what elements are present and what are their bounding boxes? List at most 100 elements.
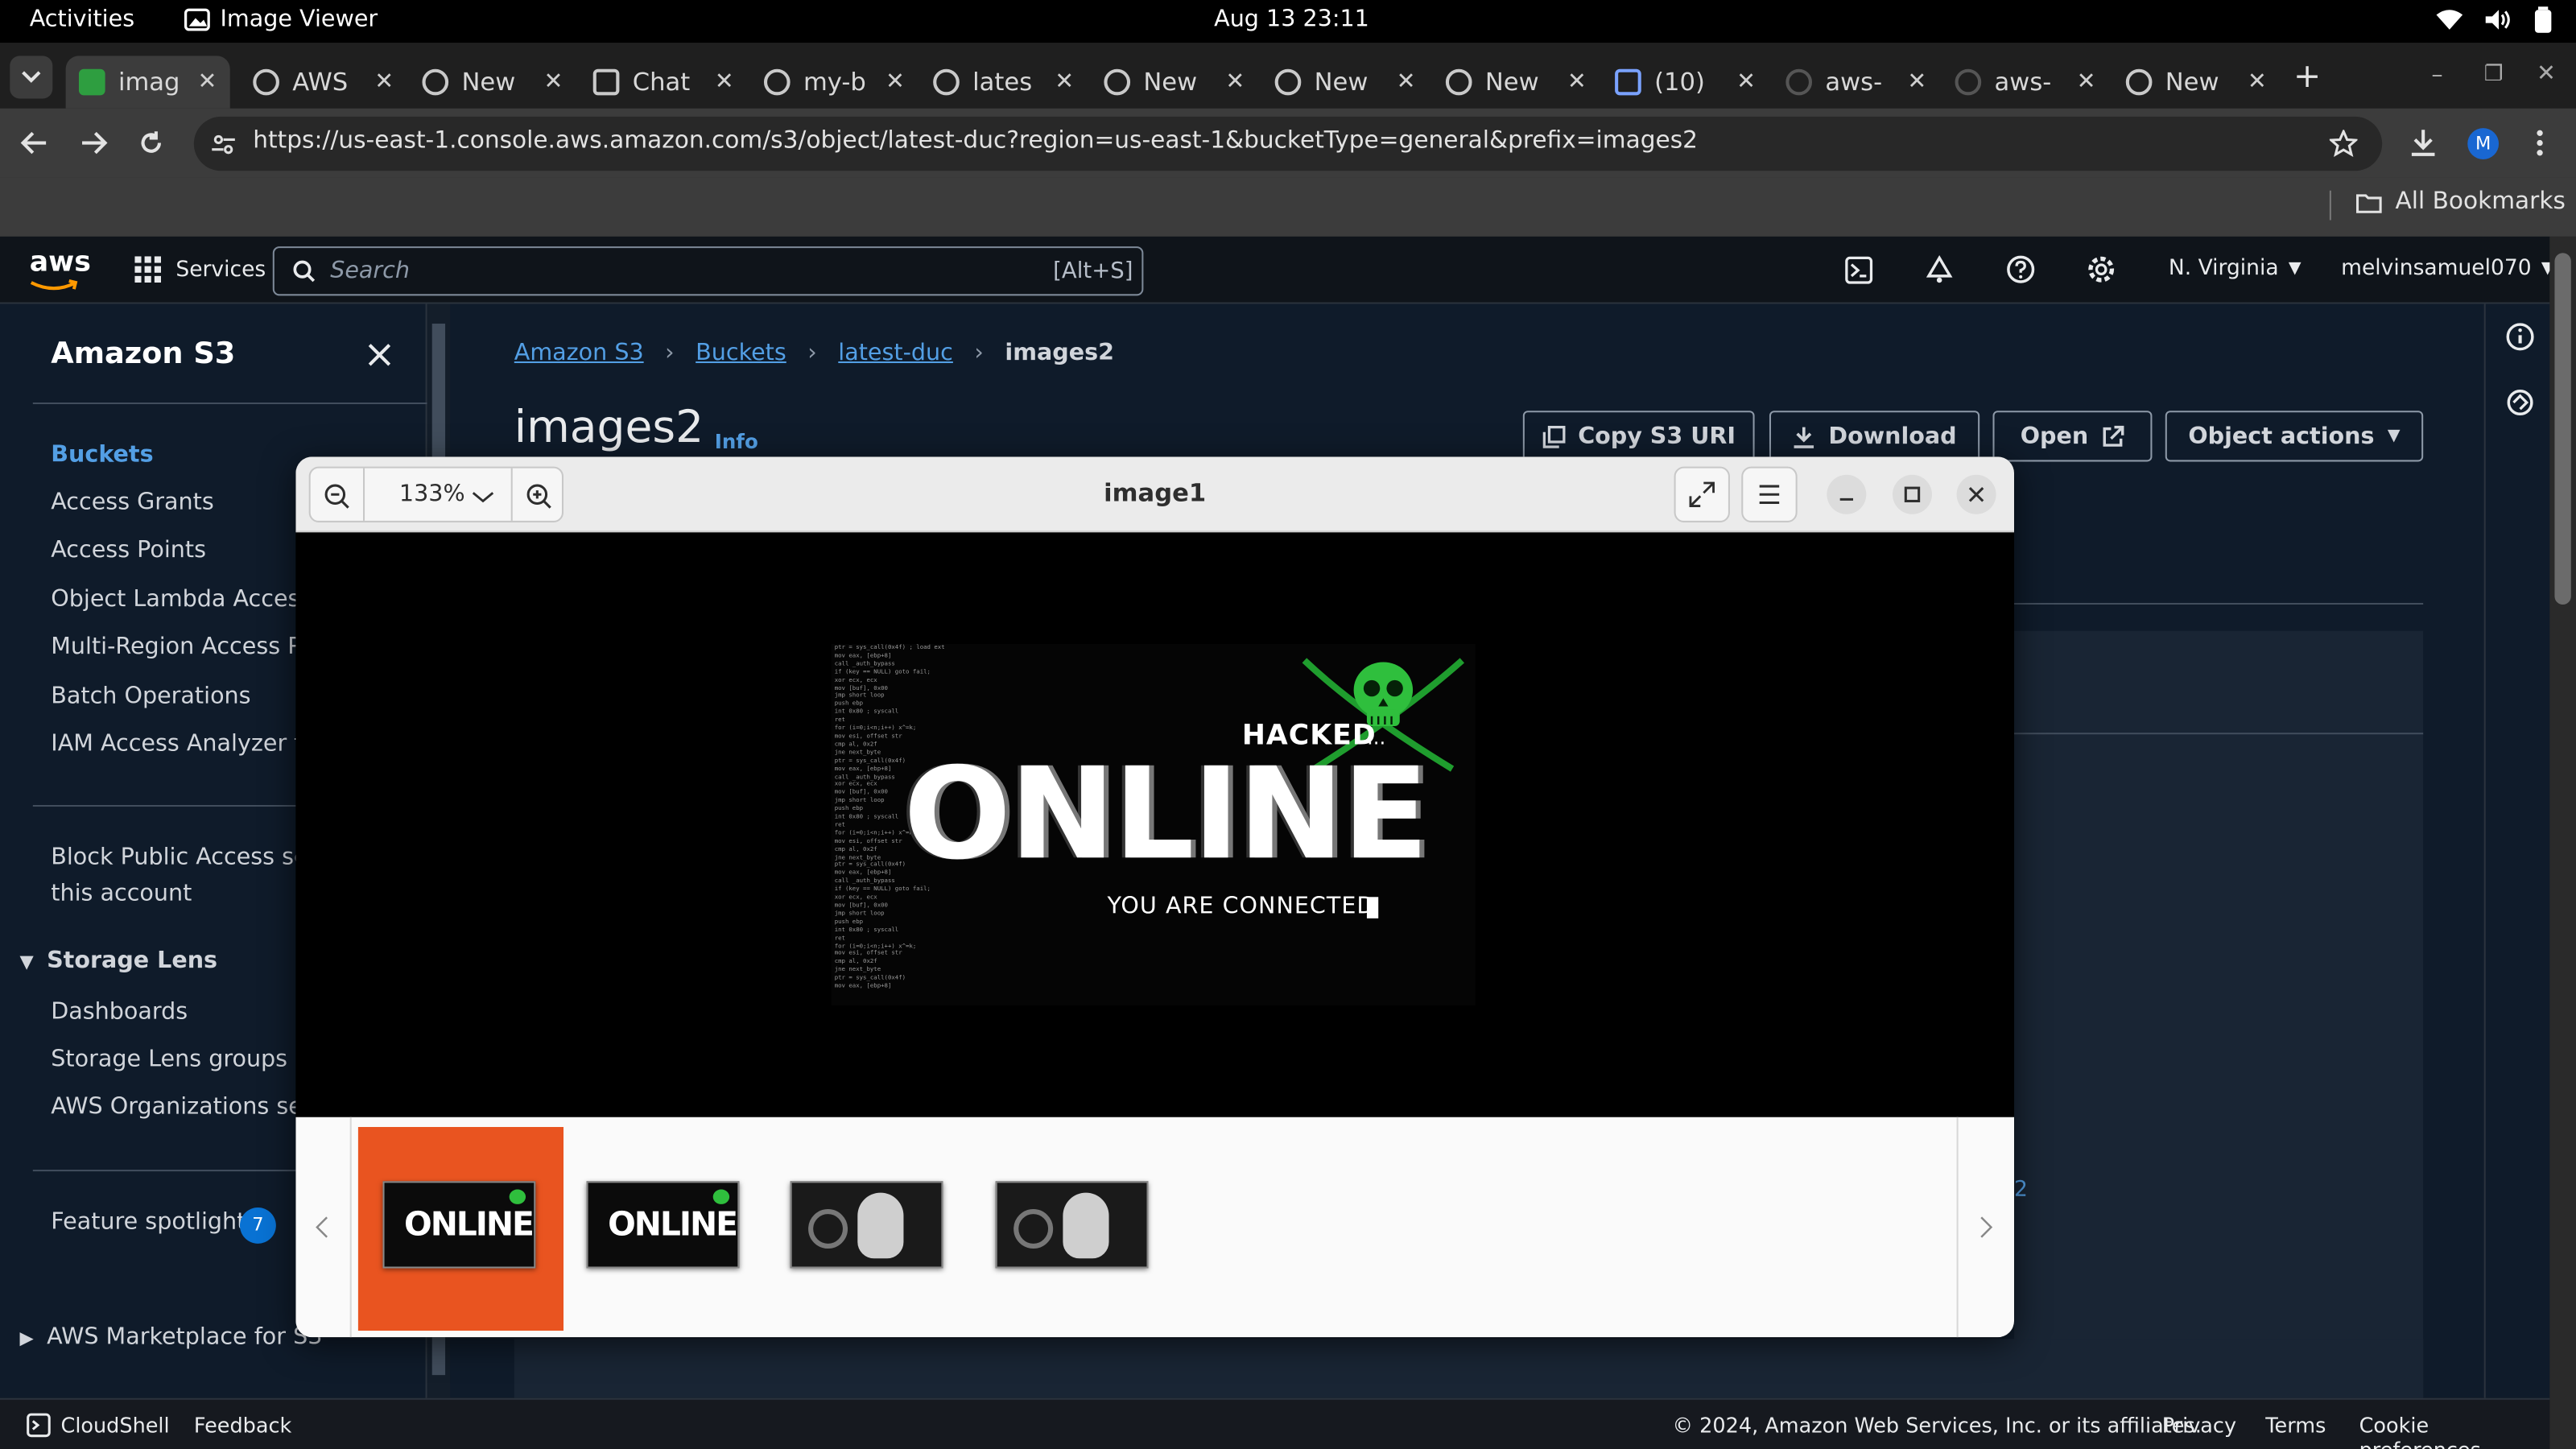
forward-arrow-icon[interactable] [79,130,109,156]
window-close-icon[interactable]: ✕ [2537,61,2556,88]
truncated-link[interactable]: 2 [2014,1178,2028,1203]
browser-tab[interactable]: lates ✕ [933,56,1074,108]
close-tab-icon[interactable]: ✕ [1907,69,1926,96]
info-link[interactable]: Info [715,431,758,454]
maximize-button[interactable] [1893,474,1932,514]
activities-button[interactable]: Activities [30,6,134,33]
nav-item-access-points[interactable]: Access Points [51,537,206,564]
app-menu[interactable]: Image Viewer [184,6,378,33]
minimize-button[interactable] [1827,474,1867,514]
browser-tab[interactable]: Chat ✕ [592,56,734,108]
displayed-image[interactable]: ptr = sys_call(0x4f) ; load ext mov eax,… [831,643,1476,1005]
main-menu-button[interactable] [1741,466,1798,522]
browser-tab[interactable]: aws- ✕ [1955,56,2096,108]
close-tab-icon[interactable]: ✕ [715,69,734,96]
browser-tab[interactable]: (10) ✕ [1615,56,1756,108]
nav-item-block-public-access-2[interactable]: this account [51,881,192,907]
nav-item-buckets[interactable]: Buckets [51,442,153,469]
feedback-link[interactable]: Feedback [194,1413,291,1438]
nav-item-block-public-access[interactable]: Block Public Access setti [51,844,332,871]
breadcrumb-link[interactable]: Buckets [696,340,786,366]
system-status-area[interactable] [2434,6,2553,33]
kebab-menu-icon[interactable] [2537,130,2543,156]
storage-lens-section[interactable]: ▼ Storage Lens [19,948,217,975]
close-button[interactable] [1956,474,1996,514]
thumbnail-image[interactable]: ONLINE [586,1181,740,1269]
cloudshell-icon[interactable] [1845,256,1873,284]
address-bar[interactable]: https://us-east-1.console.aws.amazon.com… [193,116,2383,171]
browser-tab[interactable]: New ✕ [422,56,563,108]
close-tab-icon[interactable]: ✕ [374,69,394,96]
nav-item-access-grants[interactable]: Access Grants [51,489,213,516]
page-scrollbar[interactable] [2549,236,2576,1449]
browser-tab[interactable]: New ✕ [1104,56,1245,108]
aws-search-input[interactable]: Search [Alt+S] [272,246,1144,296]
nav-item-iam-access-analyzer[interactable]: IAM Access Analyzer for [51,731,325,758]
thumbnail-image[interactable] [995,1181,1149,1269]
chevron-right-icon[interactable] [1979,1216,1993,1239]
account-menu[interactable]: melvinsamuel070 ▼ [2341,256,2553,281]
close-icon[interactable] [368,344,391,367]
terms-link[interactable]: Terms [2265,1413,2326,1438]
nav-item-multi-region[interactable]: Multi-Region Access Poi [51,634,321,661]
browser-tab[interactable]: AWS ✕ [253,56,394,108]
nav-item-feature-spotlight[interactable]: Feature spotlight [51,1209,246,1236]
insights-icon[interactable] [2505,388,2535,418]
close-tab-icon[interactable]: ✕ [1397,69,1416,96]
close-tab-icon[interactable]: ✕ [197,69,217,96]
browser-tab[interactable]: my-b ✕ [763,56,905,108]
back-arrow-icon[interactable] [19,130,49,156]
nav-item-storage-lens-groups[interactable]: Storage Lens groups [51,1046,287,1073]
breadcrumb-link[interactable]: Amazon S3 [514,340,644,366]
nav-item-batch-operations[interactable]: Batch Operations [51,683,250,710]
thumbnail-image[interactable]: ONLINE [382,1181,536,1269]
browser-tab[interactable]: New ✕ [2125,56,2267,108]
info-circle-icon[interactable] [2505,322,2535,352]
service-title[interactable]: Amazon S3 [51,336,235,371]
window-restore-icon[interactable]: ❐ [2484,63,2504,88]
close-tab-icon[interactable]: ✕ [2077,69,2096,96]
fullscreen-button[interactable] [1674,466,1730,522]
reload-icon[interactable] [138,130,164,156]
object-actions-dropdown[interactable]: Object actions ▼ [2165,411,2424,462]
thumbnail-image[interactable] [790,1181,943,1269]
clock[interactable]: Aug 13 23:11 [1214,6,1369,33]
open-button[interactable]: Open [1992,411,2153,462]
notifications-bell-icon[interactable] [1926,254,1954,284]
browser-tab[interactable]: New ✕ [1274,56,1416,108]
scroll-thumb[interactable] [2554,253,2571,605]
tab-search-button[interactable] [10,56,53,99]
nav-item-object-lambda[interactable]: Object Lambda Access P [51,587,332,613]
aws-logo[interactable]: aws [30,246,91,292]
chevron-left-icon[interactable] [316,1216,328,1239]
download-button[interactable]: Download [1769,411,1980,462]
marketplace-section[interactable]: ▶ AWS Marketplace for S3 [19,1324,322,1351]
download-icon[interactable] [2409,128,2438,158]
close-tab-icon[interactable]: ✕ [544,69,564,96]
close-tab-icon[interactable]: ✕ [1567,69,1587,96]
settings-gear-icon[interactable] [2087,254,2116,284]
close-tab-icon[interactable]: ✕ [886,69,905,96]
help-icon[interactable] [2006,254,2036,284]
site-settings-icon[interactable] [210,131,237,158]
browser-tab[interactable]: aws- ✕ [1785,56,1926,108]
browser-tab[interactable]: imag ✕ [65,56,230,109]
window-minimize-icon[interactable]: – [2431,63,2442,89]
close-tab-icon[interactable]: ✕ [2248,69,2267,96]
region-selector[interactable]: N. Virginia ▼ [2169,256,2301,281]
close-tab-icon[interactable]: ✕ [1055,69,1074,96]
close-tab-icon[interactable]: ✕ [1736,69,1756,96]
copy-s3-uri-button[interactable]: Copy S3 URI [1522,411,1755,462]
browser-tab[interactable]: New ✕ [1445,56,1587,108]
services-menu-button[interactable]: Services [134,256,266,283]
close-tab-icon[interactable]: ✕ [1225,69,1245,96]
bookmark-star-icon[interactable] [2329,130,2358,158]
url-text[interactable]: https://us-east-1.console.aws.amazon.com… [253,128,1698,155]
cookie-preferences-link[interactable]: Cookie preferences [2359,1413,2550,1449]
nav-item-aws-organizations[interactable]: AWS Organizations setti [51,1094,327,1121]
profile-avatar[interactable]: M [2467,128,2500,159]
breadcrumb-link[interactable]: latest-duc [838,340,953,366]
privacy-link[interactable]: Privacy [2162,1413,2236,1438]
all-bookmarks-button[interactable]: All Bookmarks [2356,189,2566,215]
new-tab-button[interactable]: + [2293,56,2321,95]
